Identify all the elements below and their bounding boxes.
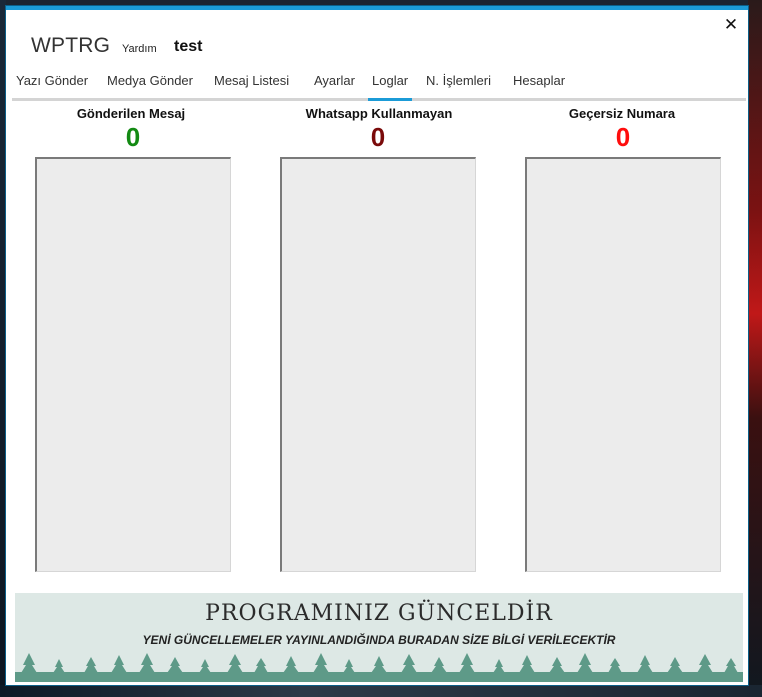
tab-bar: Yazı Gönder Medya Gönder Mesaj Listesi A… bbox=[12, 71, 746, 101]
non-whatsapp-title: Whatsapp Kullanmayan bbox=[305, 106, 453, 121]
tab-mesaj-listesi[interactable]: Mesaj Listesi bbox=[214, 71, 289, 98]
banner-ground bbox=[15, 672, 743, 682]
desktop-background-bottom bbox=[0, 685, 762, 697]
banner-subtitle: YENİ GÜNCELLEMELER YAYINLANDIĞINDA BURAD… bbox=[142, 633, 616, 647]
app-title: WPTRG bbox=[31, 34, 111, 57]
invalid-number-title: Geçersiz Numara bbox=[568, 106, 676, 121]
update-banner: PROGRAMINIZ GÜNCELDİR YENİ GÜNCELLEMELER… bbox=[15, 593, 743, 682]
sent-messages-title: Gönderilen Mesaj bbox=[76, 106, 186, 121]
tab-ayarlar[interactable]: Ayarlar bbox=[314, 71, 355, 98]
sent-messages-log[interactable] bbox=[35, 157, 231, 572]
app-window: ✕ WPTRG Yardım test Yazı Gönder Medya Gö… bbox=[6, 6, 748, 685]
non-whatsapp-count: 0 bbox=[370, 122, 386, 152]
invalid-number-log[interactable] bbox=[525, 157, 721, 572]
tab-yazi-gonder[interactable]: Yazı Gönder bbox=[16, 71, 88, 98]
tab-medya-gonder[interactable]: Medya Gönder bbox=[107, 71, 193, 98]
non-whatsapp-log[interactable] bbox=[280, 157, 476, 572]
tab-n-islemleri[interactable]: N. İşlemleri bbox=[426, 71, 491, 98]
desktop-background-right bbox=[748, 0, 762, 697]
invalid-number-count: 0 bbox=[615, 122, 631, 152]
user-name: test bbox=[174, 38, 203, 55]
sent-messages-count: 0 bbox=[125, 122, 141, 152]
tab-loglar[interactable]: Loglar bbox=[368, 71, 413, 101]
tab-hesaplar[interactable]: Hesaplar bbox=[513, 71, 565, 98]
banner-title: PROGRAMINIZ GÜNCELDİR bbox=[205, 601, 553, 626]
help-link[interactable]: Yardım bbox=[122, 43, 157, 55]
close-icon[interactable]: ✕ bbox=[720, 14, 742, 36]
